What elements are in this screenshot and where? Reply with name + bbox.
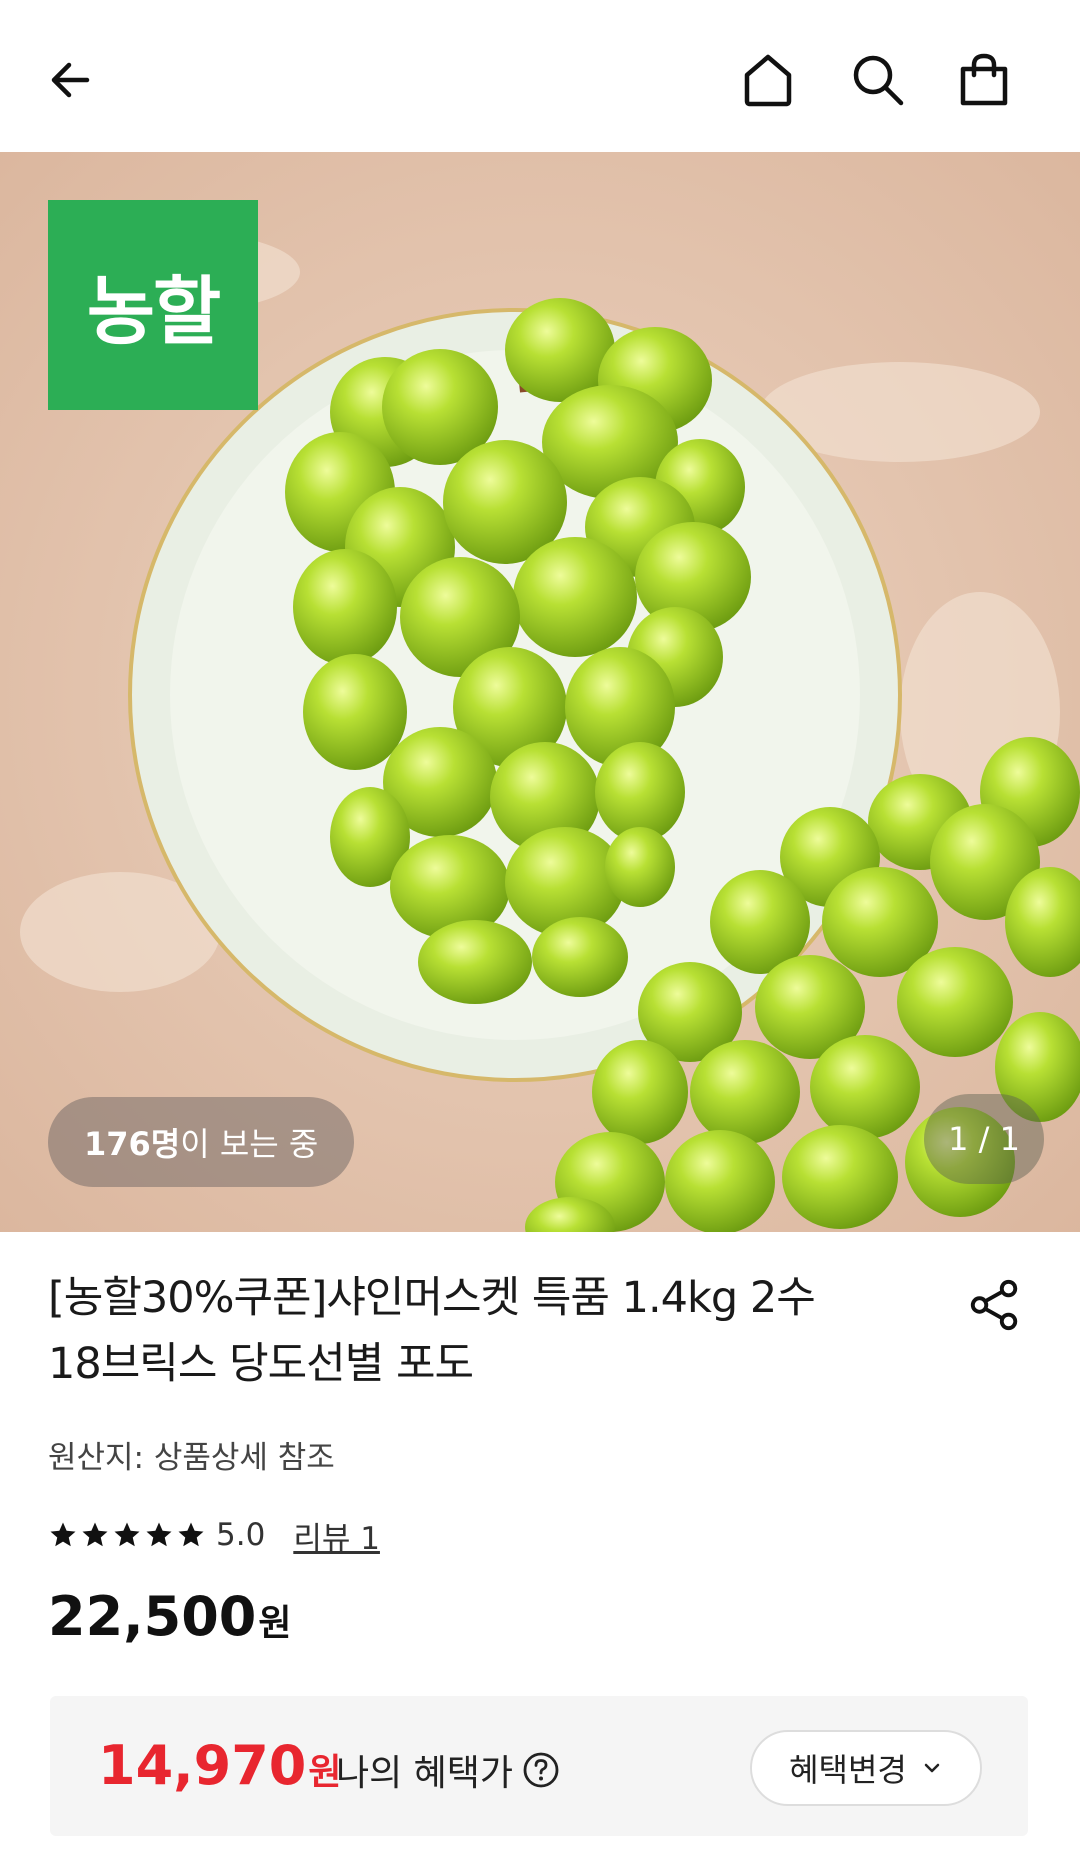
benefit-label-text: 나의 혜택가 [336,1753,514,1794]
top-navigation-bar [0,0,1080,152]
star-icon [178,1522,204,1547]
back-button[interactable] [32,40,112,120]
product-image-carousel[interactable]: 농할 176명 이 보는 중 1 / 1 [0,152,1080,1232]
benefit-price-value: 14,970 [98,1734,307,1797]
product-title-line1: [농할30%쿠폰]샤인머스켓 특품 1.4kg 2수 [48,1273,816,1323]
live-viewers-badge: 176명 이 보는 중 [48,1097,355,1187]
benefit-price: 14,970 원 [98,1734,342,1797]
product-title-line2: 18브릭스 당도선별 포도 [48,1339,474,1389]
benefit-label: 나의 혜택가 [336,1744,561,1796]
rating-value: 5.0 [216,1517,266,1553]
price-value: 22,500 [48,1585,257,1648]
star-icon [114,1522,140,1547]
review-link[interactable]: 리뷰 1 [293,1513,380,1558]
star-icon [146,1522,172,1547]
shopping-bag-icon [960,53,1008,106]
change-benefit-label: 혜택변경 [789,1751,907,1789]
search-icon [853,55,904,106]
share-icon [970,1279,1018,1331]
product-title: [농할30%쿠폰]샤인머스켓 특품 1.4kg 2수 18브릭스 당도선별 포도 [48,1265,928,1397]
rating-stars [48,1520,206,1550]
change-benefit-button[interactable]: 혜택변경 [750,1730,982,1806]
cart-button[interactable] [944,40,1024,120]
star-icon [50,1522,76,1547]
rating-row: 5.0 리뷰 1 [48,1510,380,1560]
product-price: 22,500 원 [48,1585,292,1648]
chevron-down-icon [924,1763,940,1773]
share-button[interactable] [960,1270,1030,1340]
help-question-icon[interactable] [521,1750,561,1790]
viewers-count: 176명 [84,1125,181,1163]
brand-logo-badge: 농할 [48,200,258,410]
origin-info: 원산지: 상품상세 참조 [48,1440,335,1476]
home-button[interactable] [728,40,808,120]
price-unit: 원 [258,1603,292,1644]
home-icon [744,54,792,107]
benefit-price-box: 14,970 원 나의 혜택가 혜택변경 [50,1696,1028,1836]
brand-logo-text: 농할 [86,268,221,355]
image-counter: 1 / 1 [924,1094,1044,1184]
search-button[interactable] [838,40,918,120]
star-icon [82,1522,108,1547]
viewers-suffix: 이 보는 중 [180,1125,319,1163]
arrow-left-icon [51,62,90,98]
